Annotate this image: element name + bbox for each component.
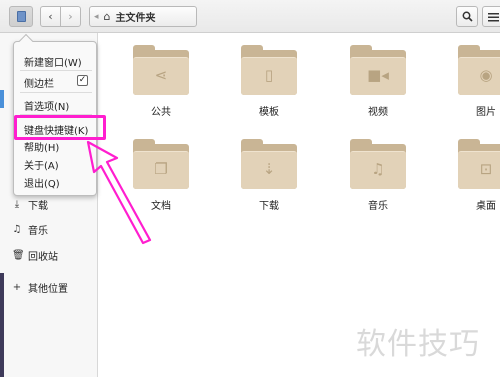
- folder-item[interactable]: ⊡ 桌面: [446, 139, 500, 212]
- folder-icon: ⋖: [133, 45, 189, 95]
- sidebar-item-music[interactable]: ♫ 音乐: [12, 221, 48, 237]
- sidebar-item-label: 回收站: [28, 251, 58, 263]
- sidebar-item-downloads[interactable]: ⤓ 下载: [12, 196, 48, 212]
- download-icon: ⇣: [262, 160, 276, 178]
- video-icon: ■◂: [367, 66, 389, 84]
- back-button[interactable]: ‹: [40, 6, 61, 27]
- folder-name: 图片: [476, 107, 496, 118]
- menu-item-sidebar[interactable]: 侧边栏: [24, 75, 54, 90]
- trash-icon: 🗑: [12, 249, 25, 261]
- menu-item-about[interactable]: 关于(A): [24, 157, 59, 172]
- app-menu-button[interactable]: [9, 6, 33, 27]
- folder-icon: ❐: [133, 139, 189, 189]
- share-icon: ⋖: [154, 66, 168, 84]
- menu-item-help[interactable]: 帮助(H): [24, 139, 59, 154]
- view-list-button[interactable]: [482, 6, 500, 27]
- folder-icon: ⊡: [458, 139, 500, 189]
- desktop-icon: ⊡: [479, 160, 493, 178]
- window-edge: [0, 273, 4, 377]
- folder-name: 桌面: [476, 201, 496, 212]
- folder-name: 公共: [151, 107, 171, 118]
- folder-item[interactable]: ▯ 模板: [229, 45, 309, 118]
- watermark: 软件技巧: [356, 327, 480, 362]
- annotation-highlight-box: [14, 115, 106, 140]
- path-label: 主文件夹: [115, 13, 156, 24]
- folder-name: 视频: [368, 107, 388, 118]
- document-icon: ❐: [154, 160, 168, 178]
- path-bar-home[interactable]: ◂ ⌂ 主文件夹: [89, 6, 197, 27]
- folder-icon: ◉: [458, 45, 500, 95]
- menu-item-new-window[interactable]: 新建窗口(W): [24, 54, 82, 69]
- folder-name: 文档: [151, 201, 171, 212]
- folder-item[interactable]: ⋖ 公共: [121, 45, 201, 118]
- menu-icon: [16, 11, 26, 22]
- search-icon: [462, 11, 473, 22]
- chevron-left-icon: ‹: [48, 10, 53, 23]
- folder-item[interactable]: ■◂ 视频: [338, 45, 418, 118]
- folder-icon: ■◂: [350, 45, 406, 95]
- header-bar: ‹ › ◂ ⌂ 主文件夹: [0, 0, 500, 33]
- music-icon: ♫: [371, 160, 385, 178]
- sidebar-item-other-locations[interactable]: + 其他位置: [12, 279, 68, 295]
- chevron-right-icon: ›: [68, 10, 73, 23]
- folder-icon: ▯: [241, 45, 297, 95]
- folder-name: 模板: [259, 107, 279, 118]
- sidebar-selection-indicator: [0, 90, 4, 108]
- folder-icon: ♫: [350, 139, 406, 189]
- folder-item[interactable]: ❐ 文档: [121, 139, 201, 212]
- folder-item[interactable]: ⇣ 下载: [229, 139, 309, 212]
- folder-item[interactable]: ◉ 图片: [446, 45, 500, 118]
- camera-icon: ◉: [479, 66, 493, 84]
- sidebar-item-label: 下载: [28, 200, 48, 212]
- folder-item[interactable]: ♫ 音乐: [338, 139, 418, 212]
- folder-name: 下载: [259, 201, 279, 212]
- forward-button[interactable]: ›: [60, 6, 81, 27]
- sidebar-item-label: 音乐: [28, 225, 48, 237]
- sidebar-item-trash[interactable]: 🗑 回收站: [12, 247, 58, 263]
- template-icon: ▯: [264, 66, 274, 84]
- folder-icon: ⇣: [241, 139, 297, 189]
- path-scroll-left-icon[interactable]: ◂: [94, 12, 99, 22]
- menu-item-quit[interactable]: 退出(Q): [24, 175, 60, 190]
- sidebar-checkbox[interactable]: ✓: [77, 75, 88, 86]
- plus-icon: +: [12, 281, 22, 293]
- music-icon: ♫: [12, 223, 22, 235]
- menu-separator: [20, 70, 92, 71]
- menu-item-preferences[interactable]: 首选项(N): [24, 98, 69, 113]
- home-icon: ⌂: [103, 10, 111, 23]
- download-icon: ⤓: [14, 198, 20, 210]
- menu-separator: [20, 92, 92, 93]
- list-view-icon: [487, 12, 499, 21]
- sidebar-item-label: 其他位置: [28, 283, 68, 295]
- search-button[interactable]: [456, 6, 478, 27]
- folder-name: 音乐: [368, 201, 388, 212]
